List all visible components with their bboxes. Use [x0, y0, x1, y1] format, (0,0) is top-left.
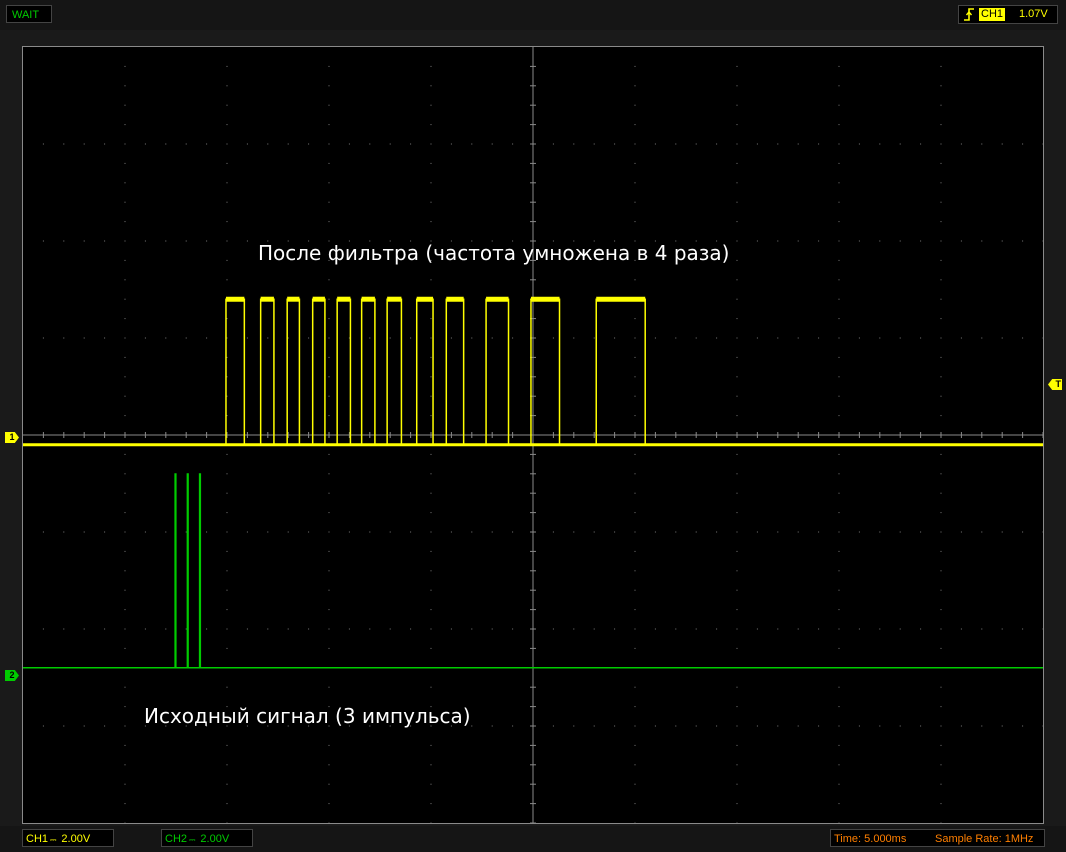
time-per-div: Time: 5.000ms — [834, 833, 907, 845]
top-status-bar: WAIT CH1 1.07V — [0, 0, 1066, 30]
ch1-annotation: После фильтра (частота умножена в 4 раза… — [258, 241, 730, 265]
ch1-name: CH1 — [26, 833, 49, 845]
ch2-scale: 2.00V — [200, 833, 230, 845]
trigger-channel: CH1 — [979, 8, 1006, 21]
bottom-status-bar: CH1 ⎓ 2.00V CH2 ⎓ 2.00V Time: 5.000ms Sample… — [0, 826, 1066, 852]
trigger-level: 1.07V — [1019, 8, 1048, 20]
timebase-info[interactable]: Time: 5.000ms Sample Rate: 1MHz — [830, 829, 1045, 847]
trigger-level-marker[interactable]: T — [1048, 379, 1062, 390]
sample-rate: Sample Rate: 1MHz — [935, 833, 1034, 845]
ch1-scale-box[interactable]: CH1 ⎓ 2.00V — [22, 829, 114, 847]
trigger-info[interactable]: CH1 1.07V — [958, 5, 1058, 24]
ch2-position-marker[interactable]: 2 — [5, 670, 19, 681]
dc-coupling-icon: ⎓ — [50, 835, 56, 844]
ch2-scale-box[interactable]: CH2 ⎓ 2.00V — [161, 829, 253, 847]
ch2-annotation: Исходный сигнал (3 импульса) — [144, 704, 471, 728]
ch1-position-marker[interactable]: 1 — [5, 432, 19, 443]
ch2-name: CH2 — [165, 833, 188, 845]
rising-edge-icon — [964, 8, 974, 21]
ch1-scale: 2.00V — [61, 833, 91, 845]
acquisition-status: WAIT — [6, 5, 52, 23]
dc-coupling-icon: ⎓ — [189, 835, 195, 844]
